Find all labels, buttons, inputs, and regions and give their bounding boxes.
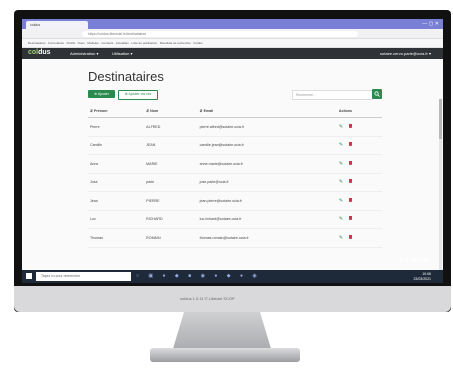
browser-tabbar: coldus — ▢ ✕ (22, 19, 443, 29)
table-row: Pierre ALFRED pierre.alfred@sotaire.ocia… (88, 117, 382, 137)
cell-email: camille.jean@sotaire.ocia.fr (197, 136, 337, 155)
add-button[interactable]: ⊕ Ajouter (88, 90, 115, 98)
cell-nom: parle (144, 173, 198, 192)
logo-part-1: col (28, 49, 39, 56)
delete-icon[interactable] (348, 179, 352, 184)
table-row: Thomas ROMAIN thomas.romain@sotaire.ocia… (88, 228, 382, 248)
edit-icon[interactable]: ✎ (339, 180, 344, 185)
address-bar: https://coldus.libericiel.fr/destinatair… (22, 29, 443, 39)
cell-nom: ALFRED (144, 117, 198, 137)
cell-email: pierre.alfred@sotaire.ocia.fr (197, 117, 337, 137)
search-input[interactable]: Recherche... (292, 90, 373, 100)
footer-caption: coldus 1.0.11 © Libriciel SCOP (180, 296, 235, 301)
url-field[interactable]: https://coldus.libericiel.fr/destinatair… (82, 30, 358, 37)
cell-email: thomas.romain@sotaire.ocia.fr (197, 228, 337, 248)
cell-email: jose.parle@ocia.fr (197, 173, 337, 192)
cell-nom: MARIE (144, 154, 198, 174)
windows-start-icon[interactable] (26, 273, 32, 279)
browser-tab[interactable]: coldus (26, 21, 88, 29)
edit-icon[interactable]: ✎ (339, 198, 344, 204)
delete-icon[interactable] (348, 197, 352, 202)
cell-actions: ✎ (336, 117, 382, 137)
cell-actions: ✎ (336, 191, 382, 211)
cell-prenom: Luc (88, 210, 145, 229)
column-header-prenom[interactable]: ⇵ Prénom (88, 105, 145, 118)
app-navbar: coldus Administration ▾ Utilisation ▾ so… (22, 48, 443, 59)
taskbar-clock[interactable]: 10:06 23/03/2021 (413, 272, 431, 281)
taskbar-app-icons[interactable]: ○ ▣ ● ◆ ■ ◉ ● ◆ ● ◉ (136, 273, 261, 279)
bookmarks-bar[interactable]: Destinataires · Formulaires · Profils · … (22, 39, 443, 48)
taskbar-search-input[interactable]: Tapez ici pour rechercher (36, 272, 131, 281)
cell-prenom: Thomas (88, 228, 145, 248)
table-row: Camille JEAN camille.jean@sotaire.ocia.f… (88, 136, 382, 155)
scrollbar-thumb[interactable] (439, 99, 442, 139)
edit-icon[interactable]: ✎ (339, 217, 344, 222)
edit-icon[interactable]: ✎ (339, 161, 344, 167)
table-row: Jean PIERRE jean.pierre@sotaire.ocia.fr … (88, 191, 382, 211)
cell-prenom: Camille (88, 136, 145, 155)
cell-prenom: Anne (88, 154, 145, 174)
delete-icon[interactable] (348, 160, 352, 165)
user-menu[interactable]: sotaire.cervo.parle@ocia.fr ▾ (380, 51, 431, 56)
cell-prenom: Pierre (88, 117, 145, 137)
delete-icon[interactable] (348, 123, 352, 128)
libriciel-watermark: ↘ Libriciel (399, 258, 429, 264)
main-content: Destinataires ⊕ Ajouter ⊕ Ajouter via cs… (22, 59, 443, 283)
table-row: Luc RICHARD luc.richard@sotaire.ocia.fr … (88, 210, 382, 229)
cell-nom: RICHARD (144, 210, 198, 229)
cell-prenom: Jose (88, 173, 145, 192)
cell-nom: PIERRE (144, 191, 198, 211)
cell-nom: JEAN (144, 136, 198, 155)
edit-icon[interactable]: ✎ (339, 143, 344, 148)
monitor-stand (172, 312, 272, 352)
menu-administration[interactable]: Administration ▾ (70, 51, 98, 56)
delete-icon[interactable] (348, 234, 352, 239)
cell-actions: ✎ (336, 154, 382, 174)
table-row: Anne MARIE anne.marie@sotaire.ocia.fr ✎ (88, 154, 382, 174)
delete-icon[interactable] (348, 142, 352, 147)
monitor-base (150, 348, 300, 362)
search-button[interactable] (372, 89, 382, 99)
window-controls[interactable]: — ▢ ✕ (422, 21, 439, 27)
cell-actions: ✎ (336, 173, 382, 192)
page-scrollbar[interactable] (439, 99, 442, 283)
os-taskbar: Tapez ici pour rechercher ○ ▣ ● ◆ ■ ◉ ● … (22, 270, 443, 283)
menu-utilisation[interactable]: Utilisation ▾ (112, 51, 132, 56)
page-title: Destinataires (88, 69, 164, 84)
column-header-email[interactable]: ⇵ Email (197, 105, 337, 118)
add-via-csv-button[interactable]: ⊕ Ajouter via csv (118, 90, 158, 100)
monitor: coldus — ▢ ✕ https://coldus.libericiel.f… (14, 10, 451, 312)
column-header-actions: Actions (336, 105, 382, 118)
app-logo[interactable]: coldus (28, 49, 51, 56)
cell-nom: ROMAIN (144, 228, 198, 248)
column-header-nom[interactable]: ⇵ Nom (144, 105, 198, 118)
cell-email: luc.richard@sotaire.ocia.fr (197, 210, 337, 229)
cell-email: anne.marie@sotaire.ocia.fr (197, 154, 337, 174)
recipients-table: ⇵ Prénom ⇵ Nom ⇵ Email Actions Pierre AL… (88, 105, 382, 248)
cell-prenom: Jean (88, 191, 145, 211)
search-icon (374, 91, 380, 97)
screen: coldus — ▢ ✕ https://coldus.libericiel.f… (22, 19, 443, 283)
table-row: Jose parle jose.parle@ocia.fr ✎ (88, 173, 382, 192)
cell-actions: ✎ (336, 210, 382, 229)
logo-part-2: dus (38, 49, 51, 56)
edit-icon[interactable]: ✎ (339, 124, 344, 130)
cell-actions: ✎ (336, 136, 382, 155)
clock-date: 23/03/2021 (413, 276, 431, 281)
delete-icon[interactable] (348, 216, 352, 221)
edit-icon[interactable]: ✎ (339, 235, 344, 241)
cell-email: jean.pierre@sotaire.ocia.fr (197, 191, 337, 211)
cell-actions: ✎ (336, 228, 382, 248)
